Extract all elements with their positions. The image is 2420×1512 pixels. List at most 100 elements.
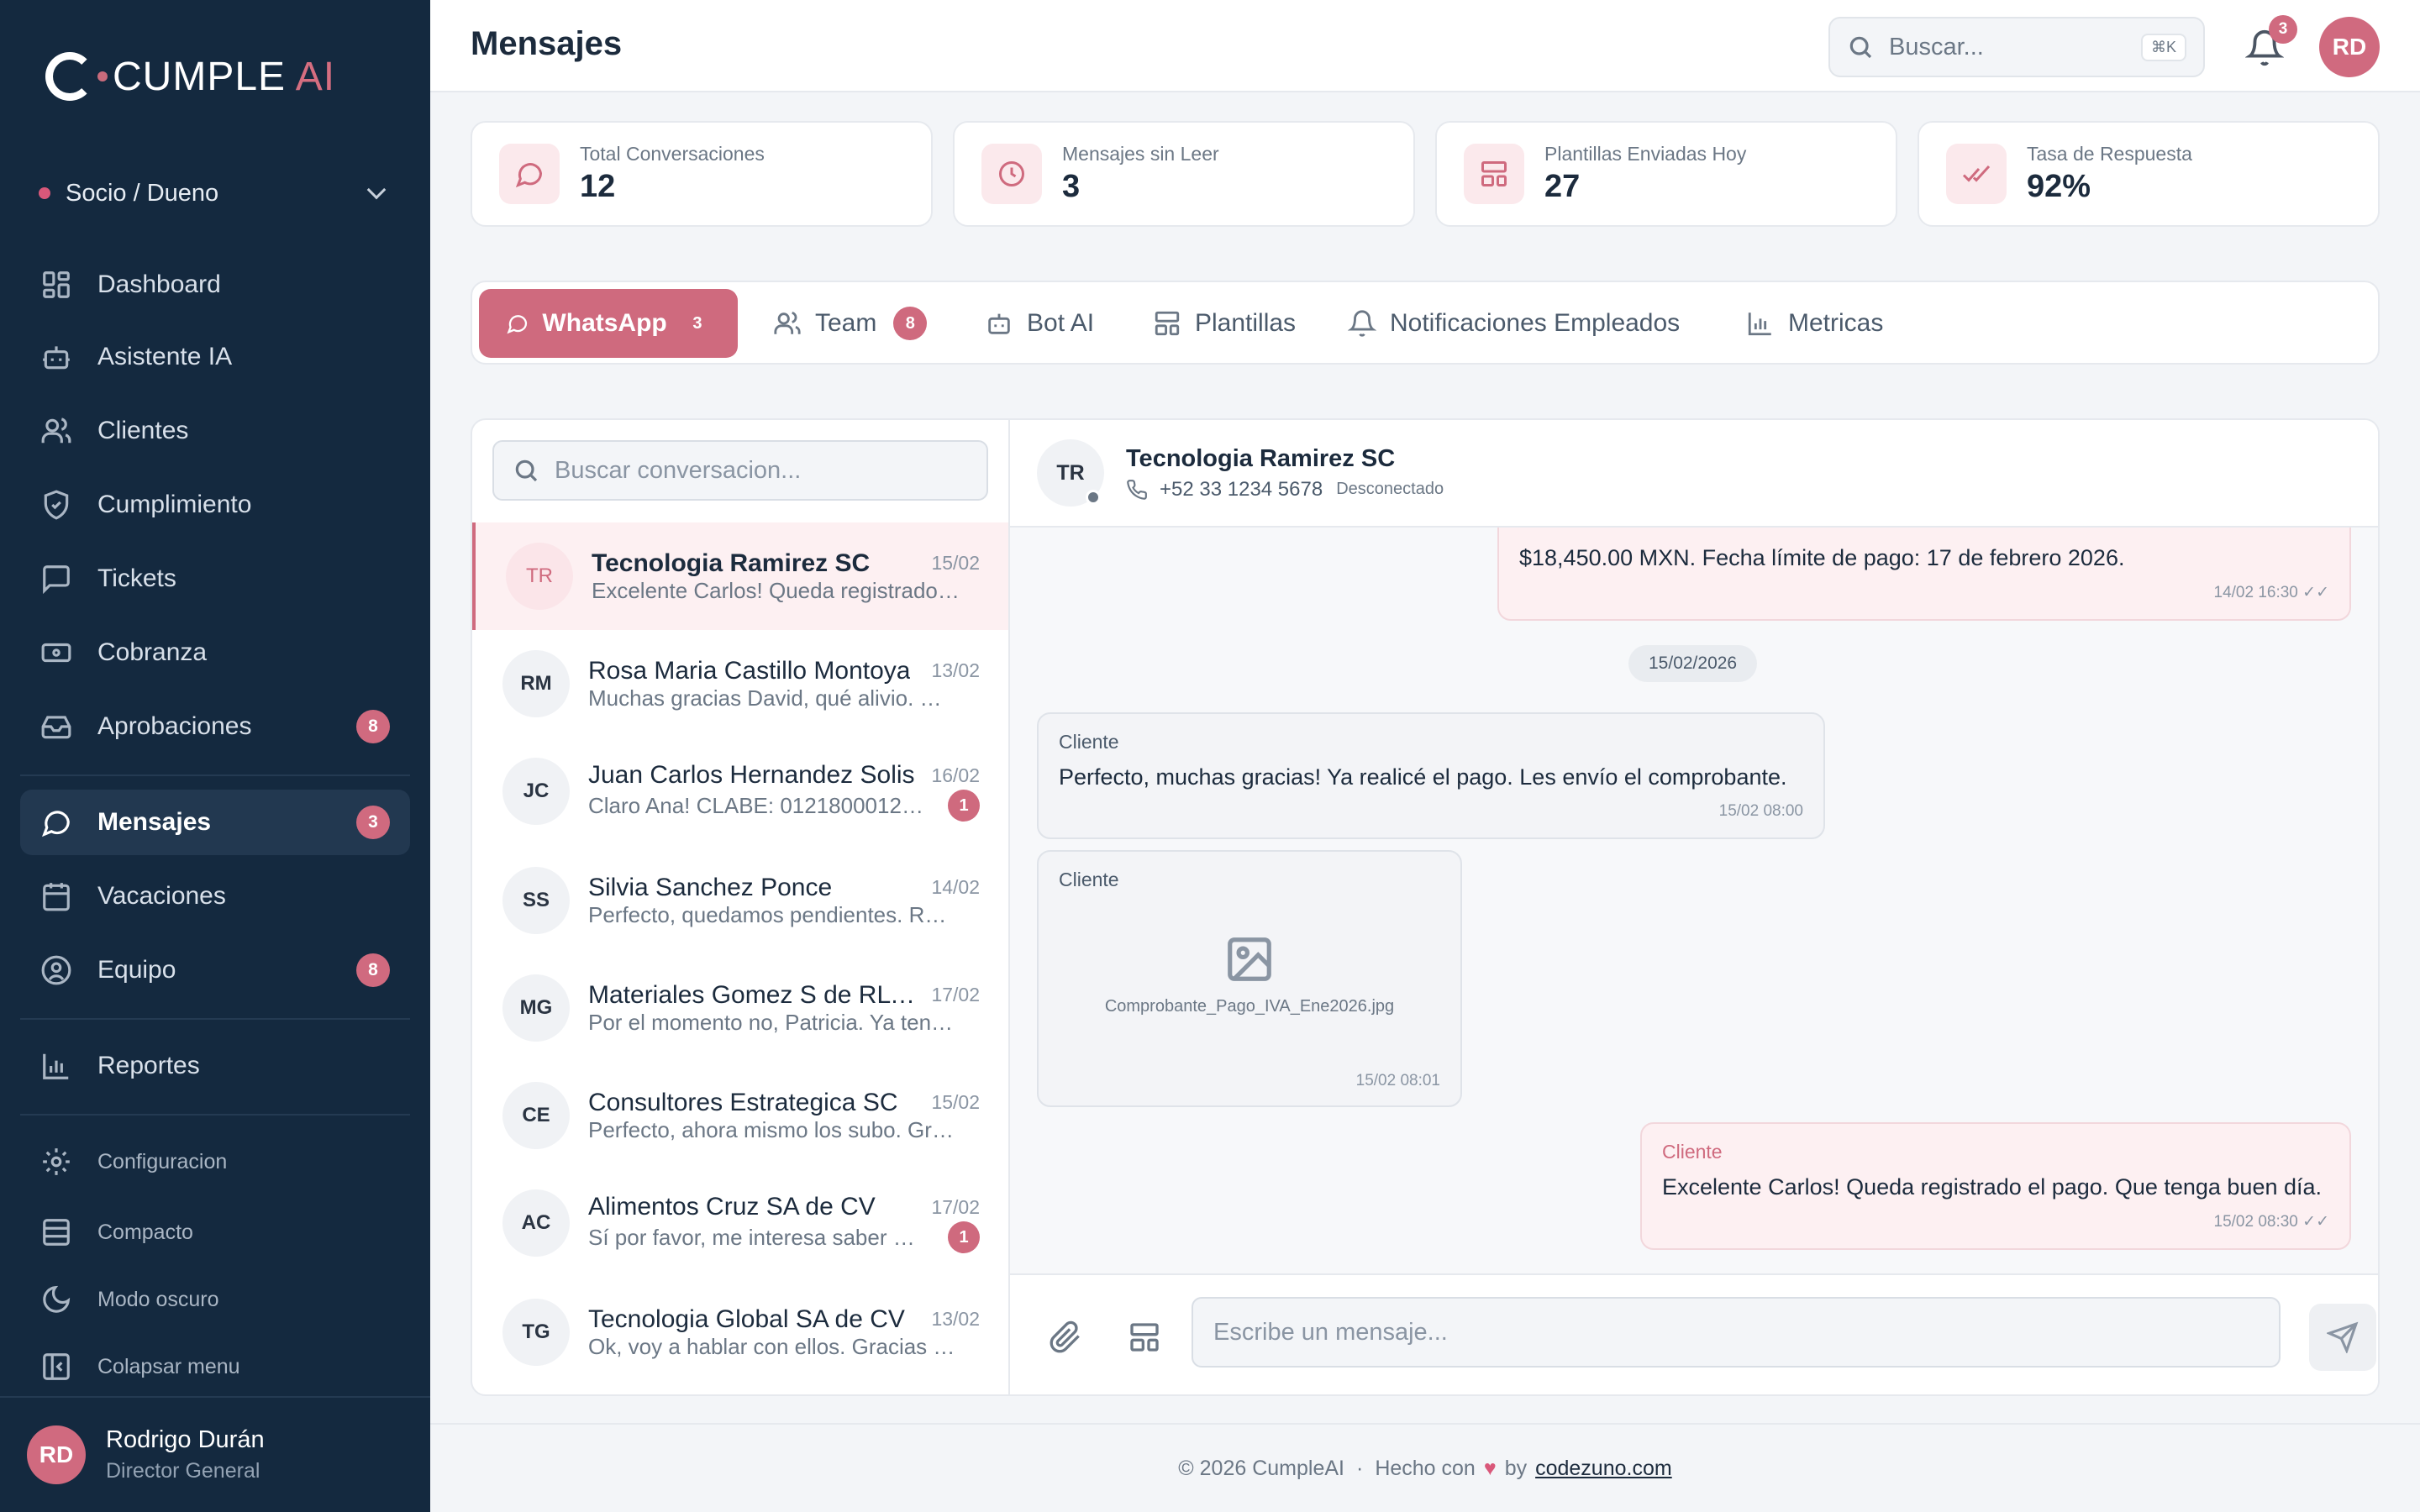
message-sender: Cliente <box>1059 731 1119 753</box>
sidebar-item-colapsar[interactable]: Colapsar menu <box>20 1334 410 1399</box>
footer-link[interactable]: codezuno.com <box>1535 1457 1672 1481</box>
sidebar-item-label: Clientes <box>97 417 189 444</box>
conversation-name: Tecnologia Global SA de CV <box>588 1305 905 1333</box>
notification-badge: 3 <box>2269 15 2297 44</box>
tab-whatsapp[interactable]: WhatsApp 3 <box>479 289 738 358</box>
sidebar-item-vacaciones[interactable]: Vacaciones <box>20 864 410 929</box>
sidebar-item-equipo[interactable]: Equipo 8 <box>20 937 410 1003</box>
avatar: JC <box>502 758 570 825</box>
conversation-search-input[interactable]: Buscar conversacion... <box>492 440 988 501</box>
avatar: AC <box>502 1189 570 1257</box>
attach-button[interactable] <box>1044 1315 1087 1359</box>
dashboard-icon <box>40 269 72 301</box>
conversation-item[interactable]: TG Tecnologia Global SA de CV 13/02 Ok, v… <box>472 1278 1008 1386</box>
sidebar-item-reportes[interactable]: Reportes <box>20 1033 410 1099</box>
template-button[interactable] <box>1123 1315 1166 1359</box>
conversation-name: Alimentos Cruz SA de CV <box>588 1193 876 1221</box>
conversation-item[interactable]: RM Rosa Maria Castillo Montoya 13/02 Much… <box>472 630 1008 738</box>
conversation-preview: Ok, voy a hablar con ellos. Gracias por … <box>588 1333 958 1359</box>
bot-icon <box>988 313 1010 334</box>
chevron-down-icon <box>366 180 387 200</box>
attachment-preview[interactable]: Comprobante_Pago_IVA_Ene2026.jpg <box>1059 933 1440 1016</box>
tab-label: Metricas <box>1788 309 1884 337</box>
user-profile[interactable]: RD Rodrigo Durán Director General <box>0 1396 430 1512</box>
conversation-name: Silvia Sanchez Ponce <box>588 873 833 901</box>
logo-mark <box>45 52 94 101</box>
logo[interactable]: CUMPLE AI <box>45 52 335 101</box>
message-time: 15/02 08:30 ✓✓ <box>2213 1213 2330 1231</box>
search-placeholder: Buscar conversacion... <box>555 456 802 484</box>
sidebar-item-label: Cumplimiento <box>97 491 252 518</box>
tab-metricas[interactable]: Metricas <box>1719 289 1910 358</box>
calendar-icon <box>40 880 72 912</box>
count-badge: 8 <box>356 710 390 743</box>
sidebar-item-configuracion[interactable]: Configuracion <box>20 1129 410 1194</box>
avatar: TR <box>506 543 573 610</box>
message-bubble-attachment[interactable]: Cliente Comprobante_Pago_IVA_Ene2026.jpg… <box>1037 850 1462 1107</box>
global-search-input[interactable]: Buscar... ⌘K <box>1828 17 2205 77</box>
avatar: RD <box>27 1425 86 1484</box>
sidebar-item-cumplimiento[interactable]: Cumplimiento <box>20 472 410 538</box>
tab-label: Notificaciones Empleados <box>1390 309 1681 337</box>
send-button[interactable] <box>2309 1304 2376 1371</box>
avatar: CE <box>502 1082 570 1149</box>
avatar: TG <box>502 1299 570 1366</box>
sidebar-item-compacto[interactable]: Compacto <box>20 1200 410 1265</box>
conversation-name: Tecnologia Ramirez SC <box>592 549 871 577</box>
conversation-item[interactable]: JC Juan Carlos Hernandez Solis 16/02 Clar… <box>472 738 1008 845</box>
avatar[interactable]: RD <box>2319 17 2380 77</box>
conversation-item[interactable]: AC Alimentos Cruz SA de CV 17/02 Sí por f… <box>472 1169 1008 1277</box>
stat-value: 92% <box>2027 169 2091 204</box>
message-bubble-outgoing: Cliente Excelente Carlos! Queda registra… <box>1640 1122 2351 1250</box>
tab-label: Bot AI <box>1027 309 1095 337</box>
sidebar-item-label: Vacaciones <box>97 882 226 910</box>
message-composer: Escribe un mensaje... <box>1010 1273 2378 1394</box>
sidebar-item-asistente[interactable]: Asistente IA <box>20 324 410 390</box>
unread-badge: 1 <box>948 790 980 822</box>
template-icon <box>1464 144 1524 204</box>
shortcut-hint: ⌘K <box>2140 33 2186 61</box>
tab-team[interactable]: Team 8 <box>746 289 954 358</box>
phone-icon <box>1127 479 1147 500</box>
message-sender: Cliente <box>1059 869 1119 890</box>
conversation-date: 17/02 <box>931 1195 980 1218</box>
conversation-preview: Por el momento no, Patricia. Ya tenemos … <box>588 1009 958 1035</box>
conversation-item[interactable]: MG Materiales Gomez S de RL de CV 17/02 P… <box>472 954 1008 1062</box>
sidebar-item-mensajes[interactable]: Mensajes 3 <box>20 790 410 855</box>
shield-icon <box>40 489 72 521</box>
footer: © 2026 CumpleAI · Hecho con ♥ by codezun… <box>430 1423 2420 1512</box>
sidebar-item-cobranza[interactable]: Cobranza <box>20 620 410 685</box>
count-badge: 3 <box>356 806 390 839</box>
sidebar-item-aprobaciones[interactable]: Aprobaciones 8 <box>20 694 410 759</box>
paperclip-icon <box>1050 1320 1080 1353</box>
bar-chart-icon <box>40 1050 72 1082</box>
conversation-preview: Claro Ana! CLABE: 012180001234567890 <box>588 792 924 818</box>
message-input[interactable]: Escribe un mensaje... <box>1192 1297 2281 1368</box>
conversation-date: 15/02 <box>931 1091 980 1113</box>
notifications-button[interactable]: 3 <box>2244 15 2297 71</box>
contact-phone: +52 33 1234 5678 <box>1160 477 1323 501</box>
role-selector[interactable]: Socio / Dueno <box>20 166 410 220</box>
tab-plantillas[interactable]: Plantillas <box>1126 289 1323 358</box>
tab-notificaciones[interactable]: Notificaciones Empleados <box>1321 289 1707 358</box>
conversation-preview: Perfecto, ahora mismo los subo. Gracias … <box>588 1116 958 1142</box>
tab-bot-ai[interactable]: Bot AI <box>958 289 1121 358</box>
sidebar: CUMPLE AI Socio / Dueno Dashboard Asiste… <box>0 0 430 1512</box>
bar-chart-icon <box>1748 312 1771 336</box>
page-title: Mensajes <box>471 25 623 62</box>
sidebar-item-modo-oscuro[interactable]: Modo oscuro <box>20 1267 410 1332</box>
sidebar-item-clientes[interactable]: Clientes <box>20 398 410 464</box>
sidebar-item-label: Dashboard <box>97 270 221 298</box>
conversation-item[interactable]: SS Silvia Sanchez Ponce 14/02 Perfecto, q… <box>472 847 1008 954</box>
logo-text: CUMPLE AI <box>113 54 336 99</box>
conversation-date: 17/02 <box>931 984 980 1005</box>
sidebar-item-dashboard[interactable]: Dashboard <box>20 252 410 318</box>
conversation-preview: Excelente Carlos! Queda registrado el pa… <box>592 577 961 603</box>
conversation-item[interactable]: CE Consultores Estrategica SC 15/02 Perfe… <box>472 1062 1008 1169</box>
role-dot <box>39 187 50 199</box>
sidebar-item-tickets[interactable]: Tickets <box>20 546 410 612</box>
message-circle-icon <box>507 315 528 334</box>
tab-label: Team <box>815 309 877 337</box>
conversation-item[interactable]: TR Tecnologia Ramirez SC 15/02 Excelente … <box>472 522 1008 630</box>
contact-status: Desconectado <box>1336 480 1444 498</box>
